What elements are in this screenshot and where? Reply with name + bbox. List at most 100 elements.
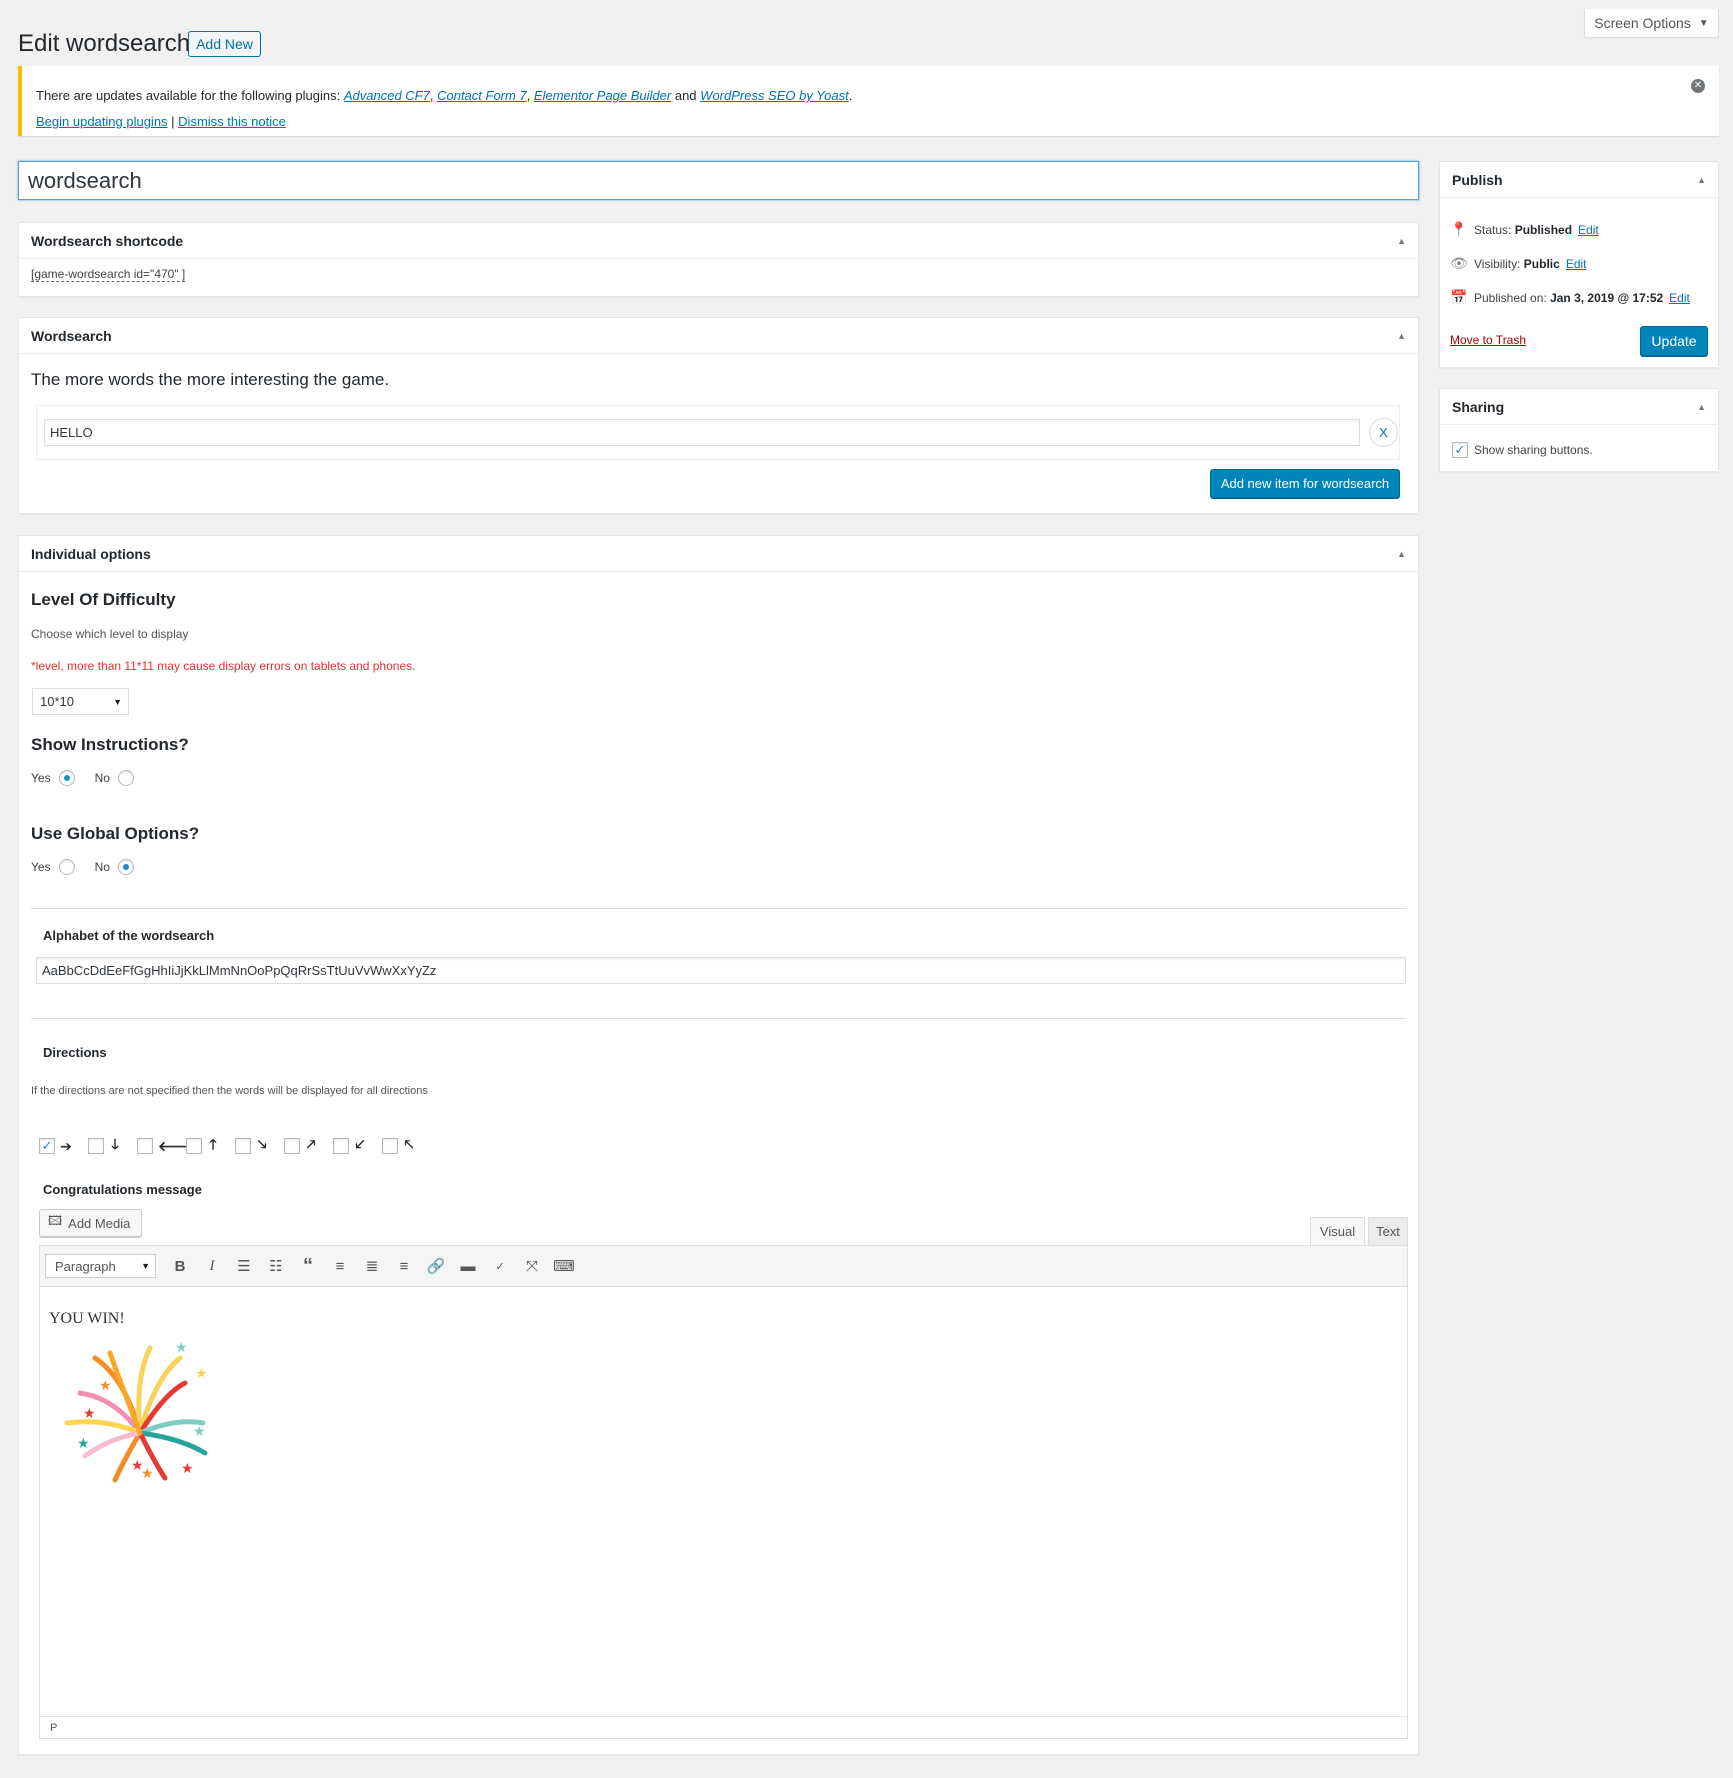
svg-text:★: ★ bbox=[77, 1435, 90, 1451]
direction-down-right[interactable]: 🡖 bbox=[235, 1134, 268, 1158]
metabox-header[interactable]: Wordsearch shortcode ▲ bbox=[19, 223, 1418, 259]
directions-checkbox-group: ✓ ➔ 🡓 🡐 🡑 🡖 🡕 🡗 🡔 bbox=[39, 1134, 431, 1158]
direction-checkbox[interactable]: ✓ bbox=[39, 1138, 55, 1154]
radio-label-no: No bbox=[94, 860, 110, 874]
screen-options-button[interactable]: Screen Options ▼ bbox=[1584, 9, 1719, 38]
notice-period: . bbox=[848, 88, 853, 103]
editor-text: YOU WIN! bbox=[49, 1310, 125, 1327]
edit-visibility-link[interactable]: Edit bbox=[1566, 257, 1587, 271]
difficulty-heading: Level Of Difficulty bbox=[31, 590, 176, 609]
align-right-icon[interactable]: ≡ bbox=[388, 1252, 420, 1280]
format-select[interactable]: Paragraph ▼ bbox=[45, 1254, 156, 1278]
metabox-header[interactable]: Wordsearch ▲ bbox=[19, 318, 1418, 354]
calendar-icon: 📅 bbox=[1450, 289, 1468, 305]
sharing-label[interactable]: Show sharing buttons. bbox=[1474, 443, 1593, 457]
visibility-row: 👁 Visibility: Public Edit bbox=[1450, 255, 1587, 272]
metabox-header[interactable]: Publish ▲ bbox=[1440, 162, 1718, 198]
direction-down-left[interactable]: 🡗 bbox=[333, 1134, 366, 1158]
bold-icon[interactable]: B bbox=[164, 1252, 196, 1280]
direction-up[interactable]: 🡑 bbox=[186, 1134, 219, 1158]
editor-content-area[interactable]: YOU WIN! ★ ★ ★ ★ ★ ★ ★ ★ ★ bbox=[40, 1288, 1407, 1716]
radio-label-yes: Yes bbox=[31, 771, 51, 785]
collapse-toggle-icon[interactable]: ▲ bbox=[1697, 402, 1706, 412]
direction-checkbox[interactable] bbox=[137, 1138, 153, 1154]
close-icon[interactable]: ✕ bbox=[1691, 79, 1705, 93]
published-date-row: 📅 Published on: Jan 3, 2019 @ 17:52 Edit bbox=[1450, 289, 1690, 306]
plugin-link-elementor[interactable]: Elementor Page Builder bbox=[534, 88, 671, 103]
collapse-toggle-icon[interactable]: ▲ bbox=[1397, 236, 1406, 246]
sharing-option: ✓ Show sharing buttons. bbox=[1452, 442, 1593, 458]
media-icon: 🖾 bbox=[48, 1213, 63, 1228]
direction-right[interactable]: ✓ ➔ bbox=[39, 1138, 72, 1155]
plugin-link-contact-form-7[interactable]: Contact Form 7 bbox=[437, 88, 527, 103]
metabox-header[interactable]: Individual options ▲ bbox=[19, 536, 1418, 572]
difficulty-select[interactable]: 10*10 ▼ bbox=[32, 688, 129, 715]
direction-checkbox[interactable] bbox=[88, 1138, 104, 1154]
direction-checkbox[interactable] bbox=[333, 1138, 349, 1154]
svg-text:★: ★ bbox=[181, 1460, 194, 1476]
add-item-button[interactable]: Add new item for wordsearch bbox=[1210, 469, 1400, 498]
plugin-link-yoast[interactable]: WordPress SEO by Yoast bbox=[700, 88, 849, 103]
edit-status-link[interactable]: Edit bbox=[1578, 223, 1599, 237]
metabox-title: Publish bbox=[1452, 171, 1503, 188]
congrats-label: Congratulations message bbox=[43, 1182, 202, 1197]
bullet-list-icon[interactable]: ☰ bbox=[228, 1252, 260, 1280]
collapse-toggle-icon[interactable]: ▲ bbox=[1697, 175, 1706, 185]
word-input[interactable]: HELLO bbox=[44, 419, 1360, 446]
instructions-yes-radio[interactable] bbox=[58, 770, 75, 786]
numbered-list-icon[interactable]: ☷ bbox=[260, 1252, 292, 1280]
direction-checkbox[interactable] bbox=[284, 1138, 300, 1154]
tab-visual[interactable]: Visual bbox=[1310, 1217, 1365, 1245]
notice-and: and bbox=[671, 88, 701, 103]
collapse-toggle-icon[interactable]: ▲ bbox=[1397, 331, 1406, 341]
begin-updating-link[interactable]: Begin updating plugins bbox=[36, 114, 168, 129]
dismiss-notice-link[interactable]: Dismiss this notice bbox=[178, 114, 286, 129]
global-yes-radio[interactable] bbox=[58, 859, 75, 875]
add-new-button[interactable]: Add New bbox=[188, 31, 261, 57]
edit-date-link[interactable]: Edit bbox=[1669, 291, 1690, 305]
keyboard-icon[interactable]: ⌨ bbox=[548, 1252, 580, 1280]
tab-text[interactable]: Text bbox=[1368, 1217, 1408, 1245]
align-left-icon[interactable]: ≡ bbox=[324, 1252, 356, 1280]
sharing-checkbox[interactable]: ✓ bbox=[1452, 442, 1468, 458]
instructions-no-radio[interactable] bbox=[117, 770, 134, 786]
link-icon[interactable]: 🔗 bbox=[420, 1252, 452, 1280]
direction-down[interactable]: 🡓 bbox=[88, 1134, 121, 1158]
global-no-radio[interactable] bbox=[117, 859, 134, 875]
arrow-up-right-icon: 🡕 bbox=[306, 1136, 316, 1152]
add-media-button[interactable]: 🖾 Add Media bbox=[39, 1209, 142, 1237]
alphabet-input[interactable]: AaBbCcDdEeFfGgHhIiJjKkLlMmNnOoPpQqRrSsTt… bbox=[36, 957, 1406, 984]
directions-label: Directions bbox=[43, 1045, 107, 1060]
direction-up-left[interactable]: 🡔 bbox=[382, 1134, 415, 1158]
direction-checkbox[interactable] bbox=[186, 1138, 202, 1154]
metabox-header[interactable]: Sharing ▲ bbox=[1440, 389, 1718, 425]
move-to-trash-link[interactable]: Move to Trash bbox=[1450, 333, 1526, 347]
align-center-icon[interactable]: ≣ bbox=[356, 1252, 388, 1280]
instructions-heading: Show Instructions? bbox=[31, 735, 189, 754]
status-label: Status: Published bbox=[1474, 223, 1572, 237]
read-more-icon[interactable]: ▬ bbox=[452, 1252, 484, 1280]
blockquote-icon[interactable]: “ bbox=[292, 1252, 324, 1280]
divider bbox=[31, 1018, 1406, 1019]
visibility-label: Visibility: Public bbox=[1474, 257, 1560, 271]
remove-word-button[interactable]: X bbox=[1369, 418, 1398, 447]
collapse-toggle-icon[interactable]: ▲ bbox=[1397, 549, 1406, 559]
chevron-down-icon: ▼ bbox=[113, 696, 122, 707]
svg-text:★: ★ bbox=[195, 1365, 208, 1381]
word-item-row: HELLO X bbox=[36, 405, 1400, 460]
fullscreen-icon[interactable]: ⤧ bbox=[516, 1252, 548, 1280]
arrow-down-icon: 🡓 bbox=[111, 1136, 119, 1152]
wordsearch-metabox: Wordsearch ▲ The more words the more int… bbox=[18, 317, 1419, 514]
direction-up-right[interactable]: 🡕 bbox=[284, 1134, 317, 1158]
arrow-down-left-icon: 🡗 bbox=[355, 1136, 365, 1152]
italic-icon[interactable]: I bbox=[196, 1252, 228, 1280]
spellcheck-icon[interactable]: ✓ bbox=[484, 1252, 516, 1280]
post-title-input[interactable]: wordsearch bbox=[18, 161, 1419, 200]
update-button[interactable]: Update bbox=[1640, 326, 1708, 356]
plugin-link-advanced-cf7[interactable]: Advanced CF7 bbox=[344, 88, 430, 103]
direction-checkbox[interactable] bbox=[235, 1138, 251, 1154]
published-label: Published on: Jan 3, 2019 @ 17:52 bbox=[1474, 291, 1663, 305]
direction-checkbox[interactable] bbox=[382, 1138, 398, 1154]
element-path[interactable]: P bbox=[50, 1722, 57, 1734]
direction-left[interactable]: 🡐 bbox=[137, 1138, 196, 1155]
